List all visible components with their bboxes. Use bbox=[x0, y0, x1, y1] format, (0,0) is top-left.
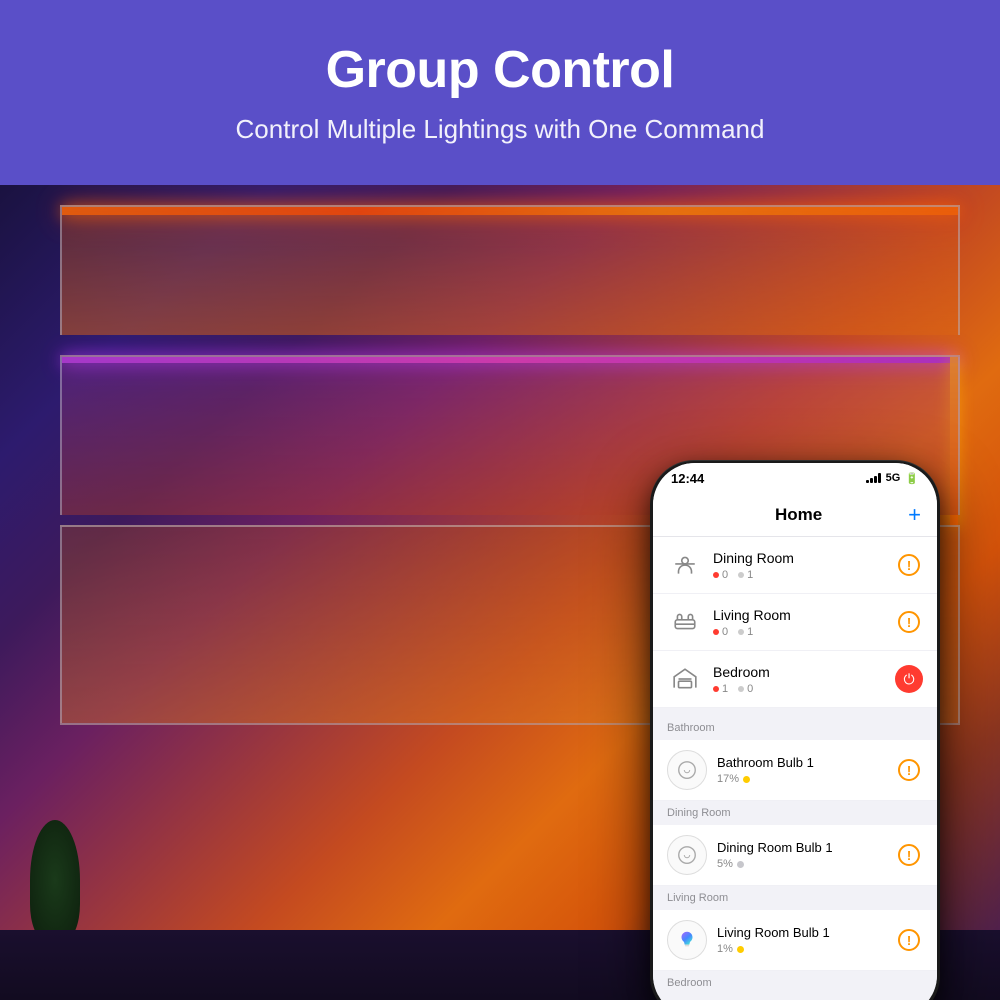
dining-bulb-action[interactable]: ! bbox=[895, 841, 923, 869]
battery-icon: 🔋 bbox=[905, 472, 919, 485]
living-stat1-count: 0 bbox=[722, 626, 728, 638]
living-bulb-name: Living Room Bulb 1 bbox=[717, 925, 895, 940]
dining-bulb-status: 5% bbox=[717, 858, 895, 870]
status-time: 12:44 bbox=[671, 471, 704, 486]
add-button[interactable]: + bbox=[908, 504, 921, 526]
stat-dot-red2 bbox=[713, 629, 719, 635]
app-title: Home bbox=[775, 505, 822, 525]
dining-stat2-count: 1 bbox=[747, 569, 753, 581]
dining-status-dot bbox=[737, 861, 744, 868]
living-bulb-icon bbox=[667, 920, 707, 960]
device-item-living-bulb1[interactable]: Living Room Bulb 1 1% ! bbox=[653, 910, 937, 971]
bathroom-bulb-status: 17% bbox=[717, 773, 895, 785]
bathroom-section-header: Bathroom bbox=[653, 716, 937, 740]
bathroom-bulb-icon bbox=[667, 750, 707, 790]
device-item-dining-bulb1[interactable]: Dining Room Bulb 1 5% ! bbox=[653, 825, 937, 886]
floor-upper bbox=[60, 205, 960, 335]
phone: 12:44 5G 🔋 Home + bbox=[650, 460, 940, 1000]
bedroom-stat2-count: 0 bbox=[747, 683, 753, 695]
living-bulb-info: Living Room Bulb 1 1% bbox=[717, 925, 895, 955]
dining-bulb-icon bbox=[667, 835, 707, 875]
room-item-bedroom[interactable]: Bedroom 1 0 bbox=[653, 651, 937, 708]
network-label: 5G bbox=[886, 472, 901, 484]
rooms-section: Dining Room 0 1 bbox=[653, 537, 937, 708]
page-wrapper: Group Control Control Multiple Lightings… bbox=[0, 0, 1000, 1000]
phone-inner: 12:44 5G 🔋 Home + bbox=[653, 463, 937, 1000]
bedroom-action[interactable]: ⏻ bbox=[895, 665, 923, 693]
bathroom-bulb-action[interactable]: ! bbox=[895, 756, 923, 784]
bathroom-bulb-info: Bathroom Bulb 1 17% bbox=[717, 755, 895, 785]
stat-dot-gray bbox=[738, 572, 744, 578]
dining-stat-2: 1 bbox=[738, 569, 753, 581]
page-subtitle: Control Multiple Lightings with One Comm… bbox=[20, 114, 980, 145]
bedroom-icon bbox=[667, 661, 703, 697]
tree-left bbox=[30, 820, 80, 940]
warning-icon-3: ! bbox=[898, 759, 920, 781]
bedroom-info: Bedroom 1 0 bbox=[713, 664, 895, 695]
dining-room-icon bbox=[667, 547, 703, 583]
dining-bulb-info: Dining Room Bulb 1 5% bbox=[717, 840, 895, 870]
bedroom-stat-1: 1 bbox=[713, 683, 728, 695]
warning-icon-5: ! bbox=[898, 929, 920, 951]
bedroom-stat-2: 0 bbox=[738, 683, 753, 695]
device-item-bathroom-bulb1[interactable]: Bathroom Bulb 1 17% ! bbox=[653, 740, 937, 801]
dining-stat1-count: 0 bbox=[722, 569, 728, 581]
dining-room-name: Dining Room bbox=[713, 550, 895, 566]
living-room-stats: 0 1 bbox=[713, 626, 895, 638]
header-section: Group Control Control Multiple Lightings… bbox=[0, 0, 1000, 175]
living-status-dot bbox=[737, 946, 744, 953]
dining-bulb-name: Dining Room Bulb 1 bbox=[717, 840, 895, 855]
living-room-name: Living Room bbox=[713, 607, 895, 623]
stat-dot-red3 bbox=[713, 686, 719, 692]
living-stat2-count: 1 bbox=[747, 626, 753, 638]
app-header: Home + bbox=[653, 493, 937, 537]
dining-bulb-percent: 5% bbox=[717, 858, 733, 870]
dining-room-stats: 0 1 bbox=[713, 569, 895, 581]
living-room-action[interactable]: ! bbox=[895, 608, 923, 636]
bedroom-stat1-count: 1 bbox=[722, 683, 728, 695]
room-item-living[interactable]: Living Room 0 1 bbox=[653, 594, 937, 651]
bedroom-stats: 1 0 bbox=[713, 683, 895, 695]
warning-icon: ! bbox=[898, 554, 920, 576]
background-scene: 12:44 5G 🔋 Home + bbox=[0, 185, 1000, 1000]
warning-icon-4: ! bbox=[898, 844, 920, 866]
bathroom-bulb-name: Bathroom Bulb 1 bbox=[717, 755, 895, 770]
living-bulb-status: 1% bbox=[717, 943, 895, 955]
living-room-info: Living Room 0 1 bbox=[713, 607, 895, 638]
dining-stat-1: 0 bbox=[713, 569, 728, 581]
bathroom-status-dot bbox=[743, 776, 750, 783]
dining-room-info: Dining Room 0 1 bbox=[713, 550, 895, 581]
page-title: Group Control bbox=[20, 40, 980, 100]
dining-room-action[interactable]: ! bbox=[895, 551, 923, 579]
living-bulb-percent: 1% bbox=[717, 943, 733, 955]
living-stat-1: 0 bbox=[713, 626, 728, 638]
bedroom-section-header: Bedroom bbox=[653, 971, 937, 995]
living-stat-2: 1 bbox=[738, 626, 753, 638]
phone-outer: 12:44 5G 🔋 Home + bbox=[650, 460, 940, 1000]
power-icon: ⏻ bbox=[895, 665, 923, 693]
bedroom-name: Bedroom bbox=[713, 664, 895, 680]
signal-bars-icon bbox=[866, 473, 881, 483]
warning-icon-2: ! bbox=[898, 611, 920, 633]
living-room-icon bbox=[667, 604, 703, 640]
status-bar: 12:44 5G 🔋 bbox=[653, 463, 937, 493]
stat-dot-red bbox=[713, 572, 719, 578]
stat-dot-gray3 bbox=[738, 686, 744, 692]
status-icons: 5G 🔋 bbox=[866, 472, 919, 485]
living-bulb-action[interactable]: ! bbox=[895, 926, 923, 954]
stat-dot-gray2 bbox=[738, 629, 744, 635]
room-item-dining[interactable]: Dining Room 0 1 bbox=[653, 537, 937, 594]
dining-section-header: Dining Room bbox=[653, 801, 937, 825]
bathroom-bulb-percent: 17% bbox=[717, 773, 739, 785]
living-section-header: Living Room bbox=[653, 886, 937, 910]
